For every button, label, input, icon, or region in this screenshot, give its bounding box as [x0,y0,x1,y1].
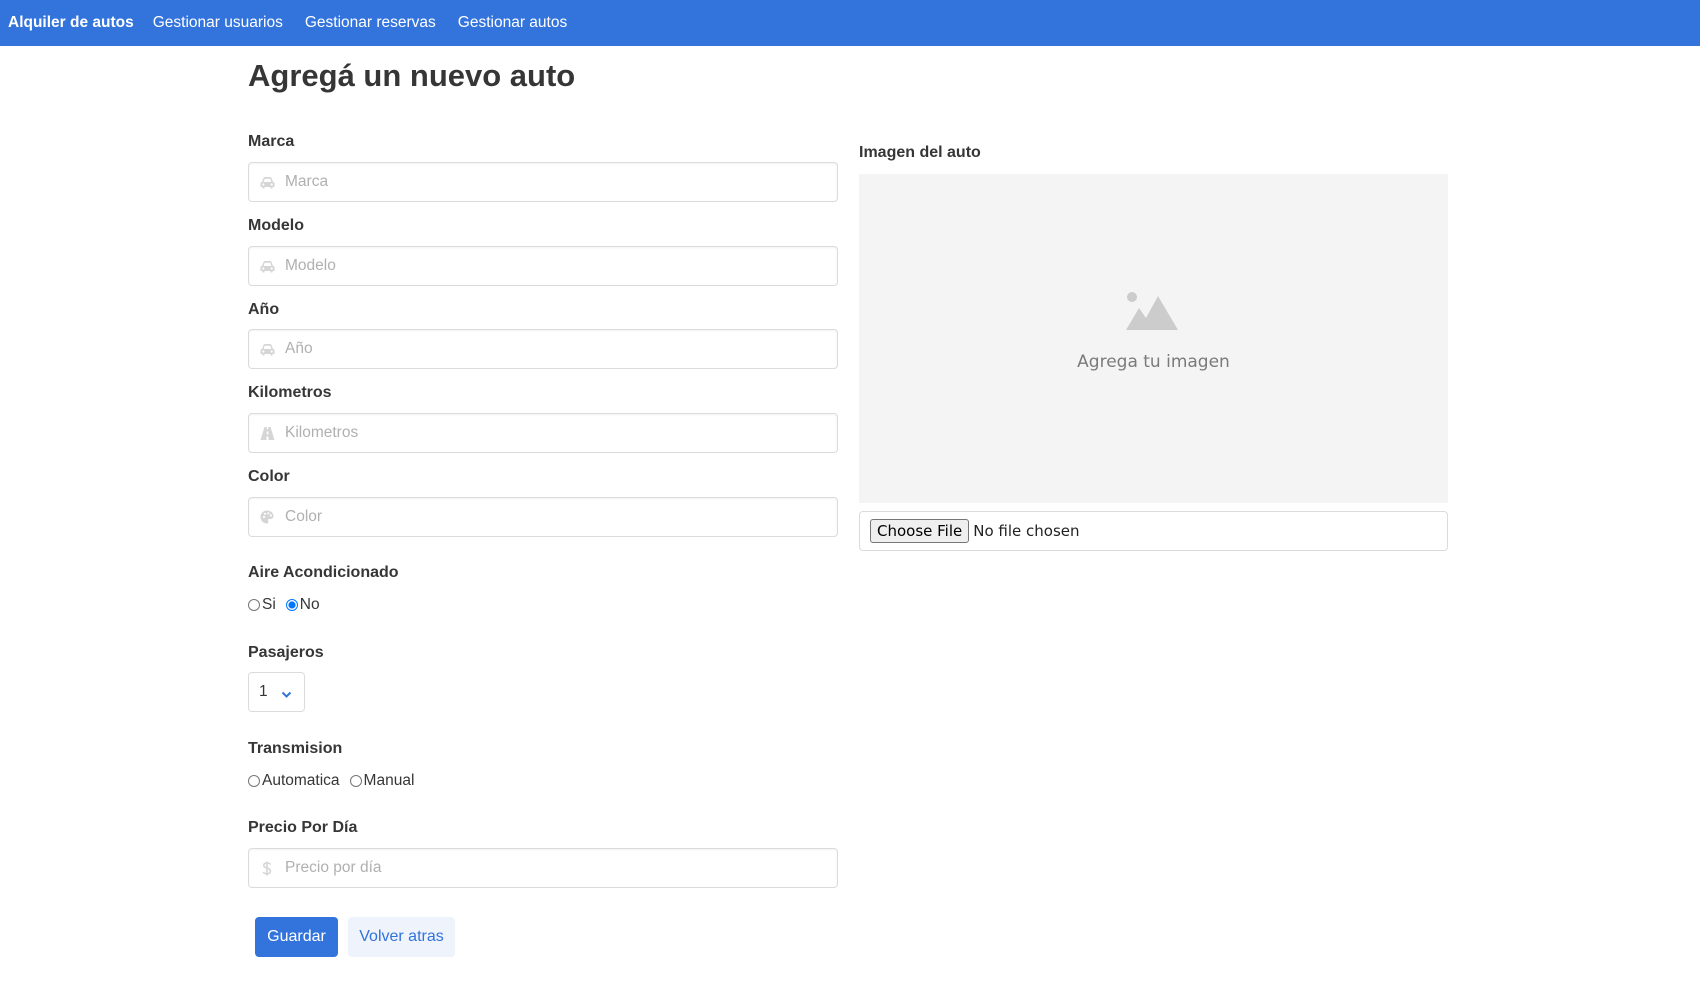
car-icon [259,258,275,274]
dollar-icon [259,860,275,876]
transmision-option-automatica[interactable]: Automatica [248,772,340,790]
pasajeros-label: Pasajeros [248,644,324,661]
precio-label: Precio Por Día [248,819,358,836]
transmision-option-automatica-label: Automatica [262,772,340,789]
marca-input[interactable] [285,163,825,201]
marca-field [248,162,838,202]
aire-radio-si[interactable] [248,599,260,611]
anio-input[interactable] [285,330,825,368]
precio-field [248,848,838,888]
image-dropzone[interactable]: Agrega tu imagen [859,174,1448,503]
kilometros-input[interactable] [285,414,825,452]
nav-item-reservas[interactable]: Gestionar reservas [294,14,447,32]
transmision-option-manual-label: Manual [363,772,415,789]
image-placeholder-text: Agrega tu imagen [1077,352,1230,372]
aire-radio-group: Si No [248,596,330,614]
chevron-down-icon [281,686,292,704]
aire-option-si-label: Si [262,596,276,613]
choose-file-button[interactable]: Choose File [870,519,970,543]
aire-radio-no[interactable] [285,599,298,611]
modelo-field [248,246,838,286]
nav-brand[interactable]: Alquiler de autos [0,14,142,32]
file-input[interactable]: Choose File No file chosen [859,511,1448,551]
transmision-radio-group: Automatica Manual [248,772,424,790]
modelo-label: Modelo [248,217,304,234]
image-label: Imagen del auto [859,144,981,161]
transmision-option-manual[interactable]: Manual [349,772,415,790]
car-icon [259,174,275,190]
navbar: Alquiler de autos Gestionar usuarios Ges… [0,0,1700,46]
transmision-label: Transmision [248,740,343,757]
pasajeros-value: 1 [259,683,268,700]
aire-option-si[interactable]: Si [248,596,276,614]
file-status: No file chosen [973,522,1080,540]
palette-icon [259,509,275,525]
nav-item-autos[interactable]: Gestionar autos [447,14,578,32]
anio-label: Año [248,301,280,318]
image-icon [1125,290,1179,337]
aire-option-no[interactable]: No [285,596,320,614]
kilometros-field [248,413,838,453]
color-field [248,497,838,537]
kilometros-label: Kilometros [248,384,332,401]
modelo-input[interactable] [285,247,825,285]
save-button[interactable]: Guardar [255,917,338,957]
back-button[interactable]: Volver atras [348,917,455,957]
page-title: Agregá un nuevo auto [248,58,576,93]
road-icon [259,425,275,441]
aire-option-no-label: No [299,596,320,613]
nav-item-usuarios[interactable]: Gestionar usuarios [142,14,294,32]
color-label: Color [248,468,290,485]
transmision-radio-automatica[interactable] [248,775,260,787]
car-icon [259,341,275,357]
aire-label: Aire Acondicionado [248,564,399,581]
precio-input[interactable] [285,849,825,887]
pasajeros-select[interactable]: 1 [248,672,305,712]
color-input[interactable] [285,498,825,536]
anio-field [248,329,838,369]
marca-label: Marca [248,133,295,150]
transmision-radio-manual[interactable] [349,775,362,787]
